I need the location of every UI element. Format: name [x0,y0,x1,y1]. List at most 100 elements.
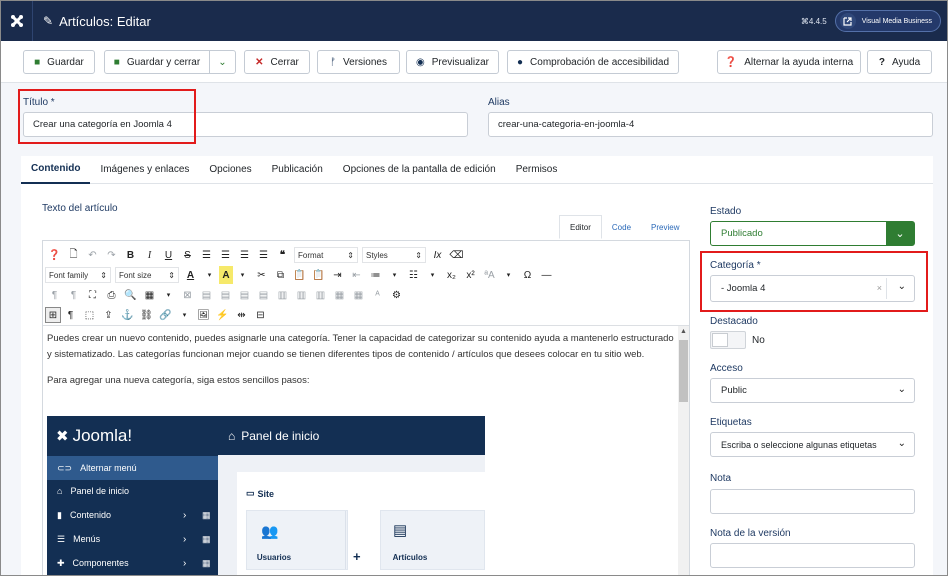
template-icon[interactable]: ⬚ [80,306,99,324]
table-split-icon[interactable]: ▦ [330,286,349,304]
indent-icon[interactable]: ⇥ [328,266,347,284]
site-link-button[interactable]: Visual Media Business [834,10,941,32]
visual-aids-icon[interactable]: ⊞ [45,307,61,323]
state-select[interactable]: Publicado ⌄ [710,221,915,246]
undo-icon[interactable]: ↶ [83,246,102,264]
image-icon[interactable]: 🖼 [194,306,213,324]
featured-toggle[interactable] [710,331,746,349]
tab-code[interactable]: Code [602,215,641,239]
pagebreak-icon[interactable]: ⇹ [232,306,251,324]
bullet-list-icon[interactable]: ☷ [404,266,423,284]
new-document-icon[interactable]: 🗋 [64,246,83,264]
align-justify-icon[interactable]: ☰ [254,246,273,264]
tab-preview[interactable]: Preview [641,215,689,239]
note-input[interactable] [710,489,915,514]
upload-icon[interactable]: ⇪ [99,306,118,324]
table-props-icon[interactable]: ▤ [197,286,216,304]
print-icon[interactable]: ⎙ [102,286,121,304]
tags-select[interactable]: Escriba o seleccione algunas etiquetas ⌄ [710,432,915,457]
link-icon[interactable]: 🔗 [156,306,175,324]
table-row-before-icon[interactable]: ▤ [216,286,235,304]
numbered-list-icon[interactable]: ≔ [366,266,385,284]
alias-input[interactable]: crear-una-categoria-en-joomla-4 [488,112,933,137]
settings-gear-icon[interactable]: ⚙ [387,286,406,304]
cut-icon[interactable]: ✂ [252,266,271,284]
tab-content[interactable]: Contenido [21,156,91,184]
tab-edit-screen-options[interactable]: Opciones de la pantalla de edición [333,156,506,184]
tab-permissions[interactable]: Permisos [506,156,568,184]
save-close-button[interactable]: ■ Guardar y cerrar [104,50,210,74]
copy-icon[interactable]: ⧉ [271,266,290,284]
font-size-up-icon[interactable]: ªA [480,266,499,284]
table-row-after-icon[interactable]: ▤ [235,286,254,304]
underline-icon[interactable]: U [159,246,178,264]
table-col-delete-icon[interactable]: ▥ [311,286,330,304]
joomla-logo-icon[interactable] [1,1,33,41]
versions-button[interactable]: ᚠ Versiones [317,50,400,74]
caret-down-icon[interactable]: ▾ [423,266,442,284]
caret-down-icon[interactable]: ▾ [499,266,518,284]
show-blocks-icon[interactable]: ¶ [61,306,80,324]
help-button[interactable]: ? Ayuda [867,50,932,74]
table-merge-icon[interactable]: ▦ [349,286,368,304]
readmore-icon[interactable]: ⊟ [251,306,270,324]
clear-formatting-icon[interactable]: Ix [428,246,447,264]
rtl-icon[interactable]: ¶ [64,286,83,304]
caret-down-icon[interactable]: ▾ [159,286,178,304]
tab-editor[interactable]: Editor [559,215,602,239]
editor-scrollbar[interactable]: ▲ [678,326,689,575]
toggle-inline-help-button[interactable]: ❓ Alternar la ayuda interna [717,50,861,74]
align-left-icon[interactable]: ☰ [197,246,216,264]
special-char-omega-icon[interactable]: Ω [518,266,537,284]
paste-icon[interactable]: 📋 [290,266,309,284]
redo-icon[interactable]: ↷ [102,246,121,264]
table-col-after-icon[interactable]: ▥ [292,286,311,304]
table-row-delete-icon[interactable]: ▤ [254,286,273,304]
fullscreen-icon[interactable]: ⛶ [83,286,102,304]
unlink-icon[interactable]: ⛓ [137,306,156,324]
save-button[interactable]: ■ Guardar [23,50,95,74]
tab-options[interactable]: Opciones [199,156,261,184]
search-icon[interactable]: 🔍 [121,286,140,304]
superscript-icon[interactable]: x² [461,266,480,284]
caret-down-icon[interactable]: ▾ [385,266,404,284]
background-color-icon[interactable]: A [219,266,233,284]
anchor-icon[interactable]: ⚓ [118,306,137,324]
paste-text-icon[interactable]: 📋 [309,266,328,284]
horizontal-rule-icon[interactable]: — [537,266,556,284]
access-select[interactable]: Public ⌄ [710,378,915,403]
italic-icon[interactable]: I [140,246,159,264]
scroll-up-icon[interactable]: ▲ [680,328,687,335]
table-icon[interactable]: ▦ [140,286,159,304]
bold-icon[interactable]: B [121,246,140,264]
scrollbar-thumb[interactable] [679,340,688,402]
text-color-icon[interactable]: A [181,266,200,284]
editor-body[interactable]: Puedes crear un nuevo contenido, puedes … [47,331,675,389]
table-delete-icon[interactable]: ⊠ [178,286,197,304]
align-center-icon[interactable]: ☰ [216,246,235,264]
caret-down-icon[interactable]: ▾ [233,266,252,284]
strikethrough-icon[interactable]: S [178,246,197,264]
spellcheck-icon[interactable]: ᴬ [368,286,387,304]
accessibility-check-button[interactable]: ● Comprobación de accesibilidad [507,50,679,74]
format-select[interactable]: Format ⇕ [294,247,358,263]
save-dropdown-toggle[interactable]: ⌄ [209,50,236,74]
caret-down-icon[interactable]: ▾ [200,266,219,284]
styles-select[interactable]: Styles ⇕ [362,247,426,263]
align-right-icon[interactable]: ☰ [235,246,254,264]
version-note-input[interactable] [710,543,915,568]
help-circle-icon[interactable]: ❓ [45,246,64,264]
font-size-select[interactable]: Font size ⇕ [115,267,179,283]
outdent-icon[interactable]: ⇤ [347,266,366,284]
close-button[interactable]: ✕ Cerrar [244,50,310,74]
table-col-before-icon[interactable]: ▥ [273,286,292,304]
tab-publishing[interactable]: Publicación [262,156,333,184]
preview-button[interactable]: ◉ Previsualizar [406,50,499,74]
blockquote-icon[interactable]: ❝ [273,246,292,264]
caret-down-icon[interactable]: ▾ [175,306,194,324]
subscript-icon[interactable]: x₂ [442,266,461,284]
eraser-icon[interactable]: ⌫ [447,246,466,264]
font-family-select[interactable]: Font family ⇕ [45,267,111,283]
media-icon[interactable]: ⚡ [213,306,232,324]
tab-images-links[interactable]: Imágenes y enlaces [90,156,199,184]
